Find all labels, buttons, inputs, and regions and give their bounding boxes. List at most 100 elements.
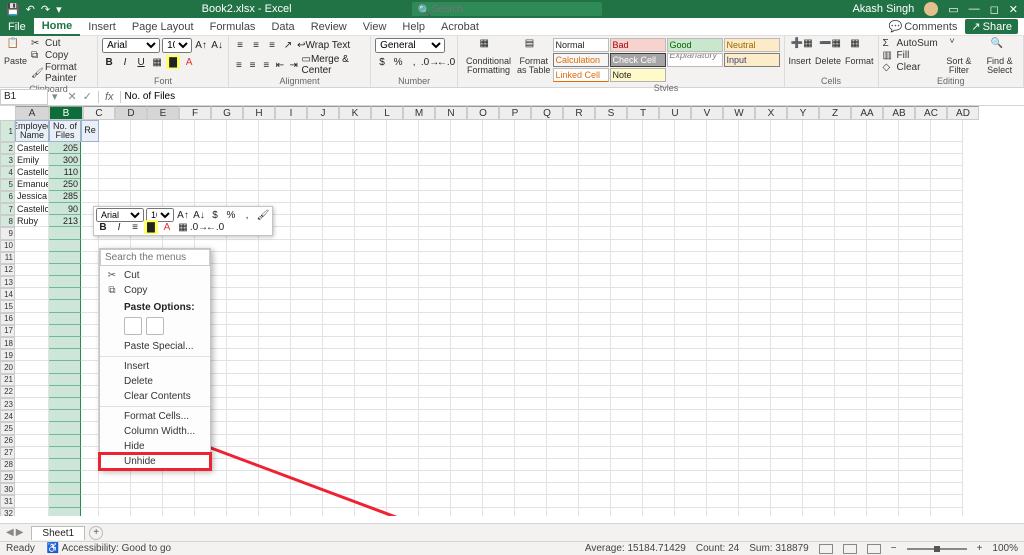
cell[interactable] <box>835 203 867 215</box>
cell[interactable] <box>515 410 547 422</box>
cell[interactable] <box>99 483 131 495</box>
cell[interactable] <box>323 203 355 215</box>
cell[interactable] <box>515 325 547 337</box>
cell[interactable]: Castello <box>15 142 49 154</box>
cell[interactable] <box>643 495 675 507</box>
cell[interactable] <box>643 459 675 471</box>
cell[interactable] <box>355 142 387 154</box>
cell[interactable] <box>387 435 419 447</box>
cell[interactable] <box>15 398 49 410</box>
cell[interactable] <box>739 349 771 361</box>
cell[interactable] <box>49 386 81 398</box>
cell[interactable] <box>355 191 387 203</box>
cell[interactable] <box>291 313 323 325</box>
cell[interactable] <box>49 264 81 276</box>
cell[interactable] <box>771 276 803 288</box>
cell[interactable] <box>835 386 867 398</box>
cell[interactable] <box>451 422 483 434</box>
cell[interactable] <box>835 483 867 495</box>
cell[interactable] <box>611 154 643 166</box>
cell[interactable] <box>15 495 49 507</box>
cell[interactable] <box>291 361 323 373</box>
cell[interactable] <box>451 508 483 516</box>
cell[interactable] <box>675 435 707 447</box>
cell[interactable] <box>49 252 81 264</box>
cell[interactable] <box>81 410 99 422</box>
inc-decimal-icon[interactable]: .0→ <box>423 55 437 69</box>
cell[interactable] <box>643 191 675 203</box>
cell[interactable] <box>355 252 387 264</box>
cell[interactable] <box>387 191 419 203</box>
cell[interactable] <box>163 471 195 483</box>
cell[interactable] <box>259 410 291 422</box>
cell[interactable] <box>835 166 867 178</box>
cell[interactable] <box>387 179 419 191</box>
cell[interactable] <box>579 191 611 203</box>
cell[interactable] <box>899 374 931 386</box>
cell[interactable] <box>387 227 419 239</box>
cell[interactable] <box>899 142 931 154</box>
cell[interactable] <box>899 288 931 300</box>
cell[interactable] <box>867 276 899 288</box>
cell[interactable] <box>707 203 739 215</box>
cell[interactable] <box>15 300 49 312</box>
cell[interactable] <box>49 508 81 516</box>
merge-center-button[interactable]: ▭Merge & Center <box>302 54 367 76</box>
cell[interactable] <box>931 349 963 361</box>
cell[interactable] <box>579 483 611 495</box>
cell[interactable] <box>515 349 547 361</box>
cell[interactable] <box>81 276 99 288</box>
cell[interactable] <box>771 215 803 227</box>
cell[interactable] <box>707 337 739 349</box>
cell[interactable] <box>771 495 803 507</box>
column-header-D[interactable]: D <box>115 106 147 120</box>
cell[interactable] <box>419 422 451 434</box>
cell[interactable] <box>227 386 259 398</box>
cell[interactable] <box>387 142 419 154</box>
column-header-U[interactable]: U <box>659 106 691 120</box>
cell[interactable] <box>81 495 99 507</box>
cell[interactable] <box>387 495 419 507</box>
cell[interactable] <box>611 422 643 434</box>
cell[interactable] <box>323 459 355 471</box>
insert-cells-button[interactable]: ➕▦Insert <box>789 38 812 66</box>
cell[interactable] <box>739 398 771 410</box>
cell[interactable] <box>195 191 227 203</box>
cell[interactable] <box>451 471 483 483</box>
cell[interactable] <box>643 374 675 386</box>
cell[interactable] <box>419 398 451 410</box>
cell[interactable] <box>931 154 963 166</box>
column-header-AA[interactable]: AA <box>851 106 883 120</box>
row-header[interactable]: 16 <box>0 313 15 325</box>
cell[interactable] <box>707 410 739 422</box>
cell[interactable] <box>643 508 675 516</box>
cell[interactable] <box>579 154 611 166</box>
cell[interactable] <box>611 120 643 142</box>
cell[interactable] <box>771 300 803 312</box>
cell[interactable] <box>419 142 451 154</box>
cell[interactable] <box>835 154 867 166</box>
view-pagebreak-icon[interactable] <box>867 544 881 554</box>
cell[interactable] <box>419 459 451 471</box>
cell[interactable] <box>419 495 451 507</box>
cell[interactable] <box>611 435 643 447</box>
column-header-M[interactable]: M <box>403 106 435 120</box>
cell[interactable] <box>867 252 899 264</box>
cell[interactable] <box>483 410 515 422</box>
cell[interactable] <box>643 435 675 447</box>
cell[interactable] <box>227 447 259 459</box>
cell[interactable] <box>867 495 899 507</box>
cell[interactable] <box>451 288 483 300</box>
cell[interactable] <box>291 120 323 142</box>
cell[interactable] <box>835 374 867 386</box>
cell[interactable] <box>515 252 547 264</box>
cell[interactable] <box>291 410 323 422</box>
cell[interactable] <box>291 459 323 471</box>
cell[interactable] <box>931 508 963 516</box>
cell[interactable] <box>291 508 323 516</box>
cell[interactable] <box>451 483 483 495</box>
cell[interactable] <box>707 215 739 227</box>
cell[interactable] <box>419 300 451 312</box>
cell[interactable] <box>547 166 579 178</box>
cell[interactable] <box>931 361 963 373</box>
